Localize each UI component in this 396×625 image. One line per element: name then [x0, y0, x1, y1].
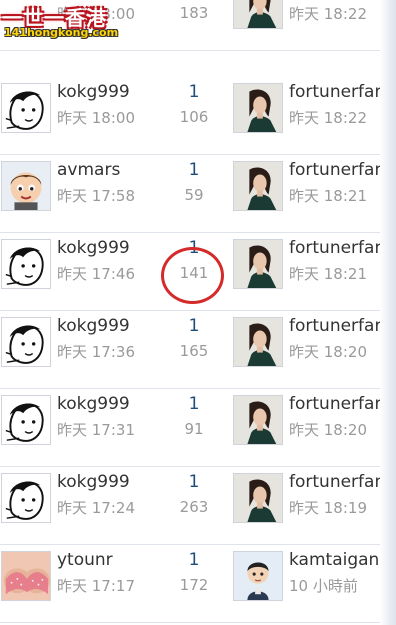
woman-photo-avatar[interactable]	[233, 317, 283, 367]
watermark-subtitle: 141hongkong.com	[4, 26, 119, 39]
row-divider	[0, 232, 380, 233]
thread-row[interactable]: kokg999 昨天 18:00 1 106 fortunerfam 昨天 18:22	[0, 78, 380, 156]
last-poster-name[interactable]: fortunerfam	[289, 472, 380, 492]
thread-row[interactable]: avmars 昨天 17:58 1 59 fortunerfam 昨天 18:21	[0, 156, 380, 234]
last-post-time: 昨天 18:22	[289, 5, 367, 23]
reply-count: 1	[188, 472, 200, 492]
reply-count: 1	[188, 394, 200, 414]
post-time: 昨天 17:36	[57, 343, 135, 361]
post-time: 昨天 17:24	[57, 499, 135, 517]
view-count: 106	[179, 108, 209, 126]
sketch-face-avatar[interactable]	[1, 395, 51, 445]
last-post-time: 昨天 18:19	[289, 499, 367, 517]
last-post-time: 10 小時前	[289, 577, 358, 595]
last-poster-name[interactable]: fortunerfam	[289, 238, 380, 258]
view-count: 91	[184, 420, 204, 438]
last-poster-name[interactable]: kamtaigan	[289, 550, 380, 570]
post-time: 昨天 18:00	[57, 109, 135, 127]
row-divider	[0, 466, 380, 467]
last-post-time: 昨天 18:20	[289, 343, 367, 361]
reply-count: 1	[188, 82, 200, 102]
photo-avatar[interactable]	[1, 551, 51, 601]
reply-count: 1	[188, 316, 200, 336]
row-divider	[0, 622, 380, 623]
view-count: 172	[179, 576, 209, 594]
thread-row[interactable]: kokg999 昨天 17:36 1 165 fortunerfam 昨天 18:20	[0, 312, 380, 390]
reply-count: 1	[188, 550, 200, 570]
post-time: 昨天 17:17	[57, 577, 135, 595]
last-post-time: 昨天 18:21	[289, 265, 367, 283]
post-time: 昨天 17:58	[57, 187, 135, 205]
cartoon-man-avatar[interactable]	[233, 551, 283, 601]
author-name[interactable]: avmars	[57, 160, 120, 180]
view-count: 165	[179, 342, 209, 360]
reply-count: 1	[188, 160, 200, 180]
scroll-edge	[380, 0, 396, 625]
last-poster-name[interactable]: fortunerfam	[289, 160, 380, 180]
author-name[interactable]: kokg999	[57, 316, 130, 336]
thread-list: 昨天 18:00 1 183 fortunerfam 昨天 18:22 kokg999 昨天…	[0, 0, 380, 625]
post-time: 昨天 17:46	[57, 265, 135, 283]
author-name[interactable]: kokg999	[57, 82, 130, 102]
row-divider	[0, 388, 380, 389]
woman-photo-avatar[interactable]	[233, 473, 283, 523]
author-name[interactable]: kokg999	[57, 394, 130, 414]
woman-photo-avatar[interactable]	[233, 0, 283, 29]
thread-row[interactable]: kokg999 昨天 17:31 1 91 fortunerfam 昨天 18:20	[0, 390, 380, 468]
row-divider	[0, 50, 380, 51]
last-post-time: 昨天 18:22	[289, 109, 367, 127]
site-watermark: 一世一香港 141hongkong.com	[0, 0, 140, 40]
sketch-face-avatar[interactable]	[1, 239, 51, 289]
view-count: 59	[184, 186, 204, 204]
author-name[interactable]: kokg999	[57, 472, 130, 492]
woman-photo-avatar[interactable]	[233, 395, 283, 445]
sketch-face-avatar[interactable]	[1, 83, 51, 133]
woman-photo-avatar[interactable]	[233, 161, 283, 211]
woman-photo-avatar[interactable]	[233, 83, 283, 133]
view-count: 263	[179, 498, 209, 516]
thread-row[interactable]: ytounr 昨天 17:17 1 172 kamtaigan 10 小時前	[0, 546, 380, 624]
last-post-time: 昨天 18:21	[289, 187, 367, 205]
last-poster-name[interactable]: fortunerfam	[289, 394, 380, 414]
row-divider	[0, 154, 380, 155]
sketch-face-avatar[interactable]	[1, 473, 51, 523]
last-poster-name[interactable]: fortunerfam	[289, 316, 380, 336]
view-count: 183	[179, 4, 209, 22]
cartoon-boy-avatar[interactable]	[1, 161, 51, 211]
thread-row[interactable]: kokg999 昨天 17:24 1 263 fortunerfam 昨天 18:19	[0, 468, 380, 546]
author-name[interactable]: kokg999	[57, 238, 130, 258]
last-poster-name[interactable]: fortunerfam	[289, 82, 380, 102]
row-divider	[0, 310, 380, 311]
sketch-face-avatar[interactable]	[1, 317, 51, 367]
row-divider	[0, 544, 380, 545]
last-post-time: 昨天 18:20	[289, 421, 367, 439]
author-name[interactable]: ytounr	[57, 550, 113, 570]
woman-photo-avatar[interactable]	[233, 239, 283, 289]
post-time: 昨天 17:31	[57, 421, 135, 439]
highlight-circle	[161, 247, 224, 304]
